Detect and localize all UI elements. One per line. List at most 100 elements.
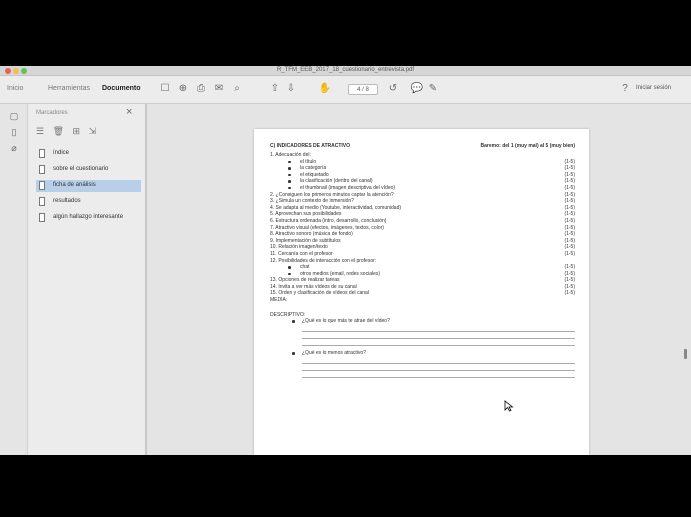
indicator-row: 2. ¿Consiguen los primeros minutos capta… [270,192,575,199]
bookmark-icon[interactable]: ▯ [8,126,20,138]
indicator-text: el etiquetado [300,171,329,178]
email-icon[interactable]: ✉ [212,82,226,96]
indicator-row: MEDIA: [270,297,575,304]
indicator-score: (1-5) [564,237,575,244]
indicator-row: 13. Opciones de realizar tareas (1-5) [270,277,575,284]
indicator-row: la clasificación (dentro del canal) (1-5) [270,178,575,185]
page-down-icon[interactable]: ⇩ [284,82,298,96]
bookmark-page-icon [39,149,45,158]
new-bookmark-icon[interactable]: ⊞ [73,126,84,136]
scale-legend: Baremo: del 1 (muy mal) al 5 (muy bien) [480,143,575,149]
pen-icon[interactable]: ✎ [426,82,440,96]
bookmark-page-icon [39,181,45,190]
indicator-row: el etiquetado (1-5) [270,172,575,179]
help-icon[interactable]: ? [618,82,632,96]
indicator-text: 3. ¿Simula un contexto de inmersión? [270,198,354,205]
indicator-row: otros medios (email, redes sociales) (1-5… [270,271,575,278]
bullet-icon [292,352,295,355]
indicator-row: 4. Se adapta al medio (Youtube, interact… [270,205,575,212]
section-title: C) INDICADORES DE ATRACTIVO [270,143,350,149]
indicator-score: (1-5) [564,178,575,185]
tab-herramientas[interactable]: Herramientas [48,85,90,92]
scroll-handle[interactable] [684,349,687,359]
indicator-row: chat (1-5) [270,264,575,271]
attachment-icon[interactable]: ⌀ [8,142,20,154]
options-icon[interactable]: ☰ [36,126,47,136]
bullet-icon [292,320,295,323]
indicator-row: 15. Orden y clasificación de vídeos del … [270,290,575,297]
hand-tool-icon[interactable]: ✋ [318,82,332,96]
navigation-pane-strip: ▢ ▯ ⌀ [0,104,28,455]
indicator-row: 11. Cercanía con el profesor (1-5) [270,251,575,258]
answer-line [302,339,575,347]
indicator-score: (1-5) [564,184,575,191]
expand-icon[interactable]: ⇲ [89,126,100,136]
indicator-text: 11. Cercanía con el profesor [270,250,333,257]
bookmark-item[interactable]: índice [36,148,141,160]
bullet-icon [288,272,291,276]
bookmark-item[interactable]: algún hallazgo interesante [36,212,141,224]
sign-in-link[interactable]: Iniciar sesión [636,85,671,91]
bullet-icon [288,266,291,269]
share-icon[interactable]: ⊕ [176,82,190,96]
indicator-text: 10. Relación imagen/texto [270,244,328,251]
indicator-score: (1-5) [564,231,575,238]
bookmark-page-icon [39,197,45,206]
mouse-pointer-icon [504,400,514,412]
indicator-row: 5. Aprovechan sus posibilidades (1-5) [270,211,575,218]
pdf-page[interactable]: C) INDICADORES DE ATRACTIVO Baremo: del … [254,129,589,455]
bookmark-tools: ☰ 🗑 ⊞ ⇲ [36,126,99,137]
bullet-icon [288,173,291,177]
close-icon[interactable]: × [126,106,132,118]
bookmark-item[interactable]: ficha de análisis [36,180,141,192]
section-header: C) INDICADORES DE ATRACTIVO Baremo: del … [270,143,575,152]
answer-line [302,364,575,372]
indicator-score: (1-5) [564,270,575,277]
bullet-icon [288,160,291,164]
answer-line [302,325,575,333]
indicator-text: otros medios (email, redes sociales) [300,270,381,277]
question-list: ¿Qué es lo que más te atrae del vídeo? ¿Q… [270,318,575,382]
bookmark-label: ficha de análisis [53,182,96,188]
indicator-row: 14. Invita a ver más vídeos de su canal (… [270,284,575,291]
indicator-text: 15. Orden y clasificación de vídeos del … [270,290,369,297]
indicator-row: 9. Implementación de subtítulos (1-5) [270,238,575,245]
indicator-score: (1-5) [564,191,575,198]
rotate-icon[interactable]: ↺ [386,82,400,96]
indicator-score: (1-5) [564,224,575,231]
pages-icon[interactable]: ▢ [8,110,20,122]
indicator-text: la categoría [300,165,327,172]
bookmark-item[interactable]: sobre el cuestionario [36,164,141,176]
comment-icon[interactable]: 💬 [410,82,424,96]
bookmark-item[interactable]: resultados [36,196,141,208]
page-up-icon[interactable]: ⇧ [268,82,282,96]
delete-icon[interactable]: 🗑 [53,126,67,136]
answer-line [302,332,575,340]
indicator-text: 6. Estructura ordenada (intro, desarroll… [270,217,387,224]
page-total: / 8 [362,87,369,93]
indicator-text: 2. ¿Consiguen los primeros minutos capta… [270,191,394,198]
indicator-row: 3. ¿Simula un contexto de inmersión? (1-5… [270,198,575,205]
indicator-row: el thumbnail (imagen descriptiva del víd… [270,185,575,192]
page-number-field[interactable]: 4 / 8 [348,84,378,95]
page-current: 4 [357,87,361,93]
print-icon[interactable]: ⎙ [194,82,208,96]
search-icon[interactable]: ⌕ [230,82,244,96]
indicator-text: 9. Implementación de subtítulos [270,237,341,244]
bookmark-label: sobre el cuestionario [53,166,109,172]
indicator-text: 7. Atractivo visual (efectos, imágenes, … [270,224,384,231]
indicator-text: 14. Invita a ver más vídeos de su canal [270,283,357,290]
bookmark-add-icon[interactable]: ☐ [158,82,172,96]
bullet-icon [288,180,291,183]
tab-documento[interactable]: Documento [102,85,141,92]
indicator-row: 10. Relación imagen/texto (1-5) [270,244,575,251]
indicator-score: (1-5) [564,290,575,297]
indicator-list: 1. Adecuación del: el título (1-5) la categ… [270,152,575,304]
indicator-text: 4. Se adapta al medio (Youtube, interact… [270,204,402,211]
document-area[interactable]: C) INDICADORES DE ATRACTIVO Baremo: del … [147,104,691,455]
tab-inicio[interactable]: Inicio [7,85,23,92]
indicator-text: 5. Aprovechan sus posibilidades [270,211,342,218]
indicator-text: la clasificación (dentro del canal) [300,178,373,185]
indicator-score: (1-5) [564,211,575,218]
